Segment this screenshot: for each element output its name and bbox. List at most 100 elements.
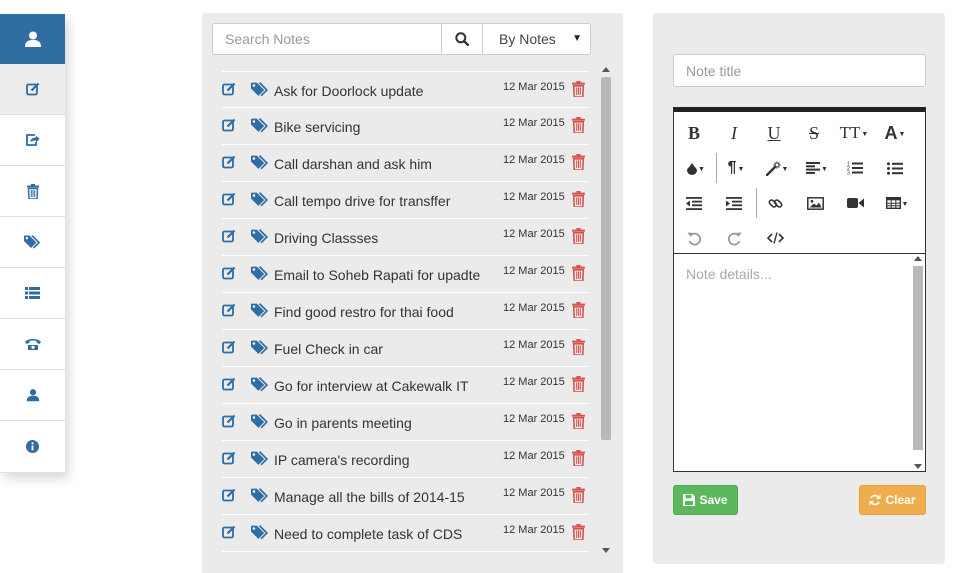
delete-note-button[interactable]: [572, 265, 585, 281]
scroll-up-arrow[interactable]: [602, 67, 610, 72]
edit-note-button[interactable]: [222, 266, 236, 280]
note-tag-button[interactable]: [251, 303, 270, 318]
note-title[interactable]: Go in parents meeting: [274, 415, 412, 431]
italic-button[interactable]: I: [719, 118, 749, 148]
delete-note-button[interactable]: [572, 154, 585, 170]
edit-note-button[interactable]: [222, 155, 236, 169]
note-list-item[interactable]: Call darshan and ask him 12 Mar 2015: [222, 145, 588, 182]
edit-note-button[interactable]: [222, 414, 236, 428]
style-button[interactable]: ▼: [760, 153, 794, 183]
link-button[interactable]: [760, 188, 790, 218]
edit-note-button[interactable]: [222, 303, 236, 317]
table-button[interactable]: ▼: [880, 188, 914, 218]
edit-note-button[interactable]: [222, 525, 236, 539]
align-button[interactable]: ▼: [800, 153, 834, 183]
note-tag-button[interactable]: [251, 155, 270, 170]
outdent-button[interactable]: [679, 188, 709, 218]
delete-note-button[interactable]: [572, 191, 585, 207]
note-title[interactable]: Call tempo drive for transffer: [274, 193, 450, 209]
scroll-thumb[interactable]: [601, 77, 611, 440]
note-title[interactable]: Find good restro for thai food: [274, 304, 454, 320]
note-tag-button[interactable]: [251, 118, 270, 133]
delete-note-button[interactable]: [572, 339, 585, 355]
note-tag-button[interactable]: [251, 192, 270, 207]
sidebar-item-contacts[interactable]: [0, 319, 65, 370]
delete-note-button[interactable]: [572, 450, 585, 466]
delete-note-button[interactable]: [572, 117, 585, 133]
delete-note-button[interactable]: [572, 302, 585, 318]
delete-note-button[interactable]: [572, 487, 585, 503]
sidebar-header[interactable]: [0, 14, 65, 64]
video-button[interactable]: [840, 188, 870, 218]
strikethrough-button[interactable]: S: [799, 118, 829, 148]
sidebar-item-list[interactable]: [0, 268, 65, 319]
search-button[interactable]: [442, 23, 483, 55]
note-title[interactable]: Email to Soheb Rapati for upadte: [274, 267, 480, 283]
sidebar-item-shared[interactable]: [0, 115, 65, 166]
redo-button[interactable]: [719, 223, 749, 253]
note-tag-button[interactable]: [251, 82, 270, 97]
delete-note-button[interactable]: [572, 413, 585, 429]
note-list-item[interactable]: Driving Classses 12 Mar 2015: [222, 219, 588, 256]
undo-button[interactable]: [679, 223, 709, 253]
note-tag-button[interactable]: [251, 377, 270, 392]
sidebar-item-notes[interactable]: [0, 64, 65, 115]
note-details-editor[interactable]: Note details...: [686, 266, 772, 282]
save-button[interactable]: Save: [673, 485, 738, 515]
ordered-list-button[interactable]: 1 2 3: [840, 153, 870, 183]
note-list-item[interactable]: Go in parents meeting 12 Mar 2015: [222, 404, 588, 441]
note-title-input[interactable]: [673, 54, 926, 87]
bold-button[interactable]: B: [679, 118, 709, 148]
code-view-button[interactable]: [760, 223, 790, 253]
edit-note-button[interactable]: [222, 340, 236, 354]
note-list-item[interactable]: Fuel Check in car 12 Mar 2015: [222, 330, 588, 367]
note-title[interactable]: Driving Classses: [274, 230, 378, 246]
scroll-down-arrow[interactable]: [602, 548, 610, 553]
sidebar-item-profile[interactable]: [0, 370, 65, 421]
delete-note-button[interactable]: [572, 81, 585, 97]
note-list-item[interactable]: Email to Soheb Rapati for upadte 12 Mar 2…: [222, 256, 588, 293]
image-button[interactable]: [800, 188, 830, 218]
note-title[interactable]: Manage all the bills of 2014-15: [274, 489, 465, 505]
sort-select[interactable]: By Notes ▼: [483, 23, 591, 55]
search-input[interactable]: [212, 23, 442, 55]
background-color-button[interactable]: ▼: [679, 153, 713, 183]
note-tag-button[interactable]: [251, 340, 270, 355]
note-tag-button[interactable]: [251, 525, 270, 540]
note-title[interactable]: Ask for Doorlock update: [274, 83, 423, 99]
delete-note-button[interactable]: [572, 524, 585, 540]
note-list-item[interactable]: IP camera's recording 12 Mar 2015: [222, 441, 588, 478]
notes-scrollbar[interactable]: [599, 65, 613, 555]
font-color-button[interactable]: A ▼: [878, 118, 912, 148]
edit-note-button[interactable]: [222, 82, 236, 96]
note-title[interactable]: Call darshan and ask him: [274, 156, 432, 172]
edit-note-button[interactable]: [222, 488, 236, 502]
note-list-item[interactable]: Find good restro for thai food 12 Mar 201…: [222, 293, 588, 330]
note-tag-button[interactable]: [251, 488, 270, 503]
edit-note-button[interactable]: [222, 192, 236, 206]
edit-note-button[interactable]: [222, 377, 236, 391]
font-size-button[interactable]: TT ▼: [837, 118, 871, 148]
edit-note-button[interactable]: [222, 229, 236, 243]
paragraph-button[interactable]: ¶ ▼: [719, 153, 753, 183]
note-list-item[interactable]: Bike servicing 12 Mar 2015: [222, 108, 588, 145]
delete-note-button[interactable]: [572, 376, 585, 392]
note-list-item[interactable]: Go for interview at Cakewalk IT 12 Mar 20…: [222, 367, 588, 404]
note-tag-button[interactable]: [251, 451, 270, 466]
delete-note-button[interactable]: [572, 228, 585, 244]
sidebar-item-tags[interactable]: [0, 217, 65, 268]
indent-button[interactable]: [719, 188, 749, 218]
note-list-item[interactable]: Ask for Doorlock update 12 Mar 2015: [222, 71, 588, 108]
note-tag-button[interactable]: [251, 266, 270, 281]
scroll-down-arrow[interactable]: [914, 464, 922, 469]
note-title[interactable]: Fuel Check in car: [274, 341, 383, 357]
scroll-up-arrow[interactable]: [914, 256, 922, 261]
note-title[interactable]: Need to complete task of CDS: [274, 526, 462, 542]
underline-button[interactable]: U: [759, 118, 789, 148]
note-title[interactable]: IP camera's recording: [274, 452, 409, 468]
edit-note-button[interactable]: [222, 451, 236, 465]
unordered-list-button[interactable]: [880, 153, 910, 183]
note-title[interactable]: Go for interview at Cakewalk IT: [274, 378, 469, 394]
clear-button[interactable]: Clear: [859, 485, 926, 515]
sidebar-item-info[interactable]: [0, 421, 65, 473]
